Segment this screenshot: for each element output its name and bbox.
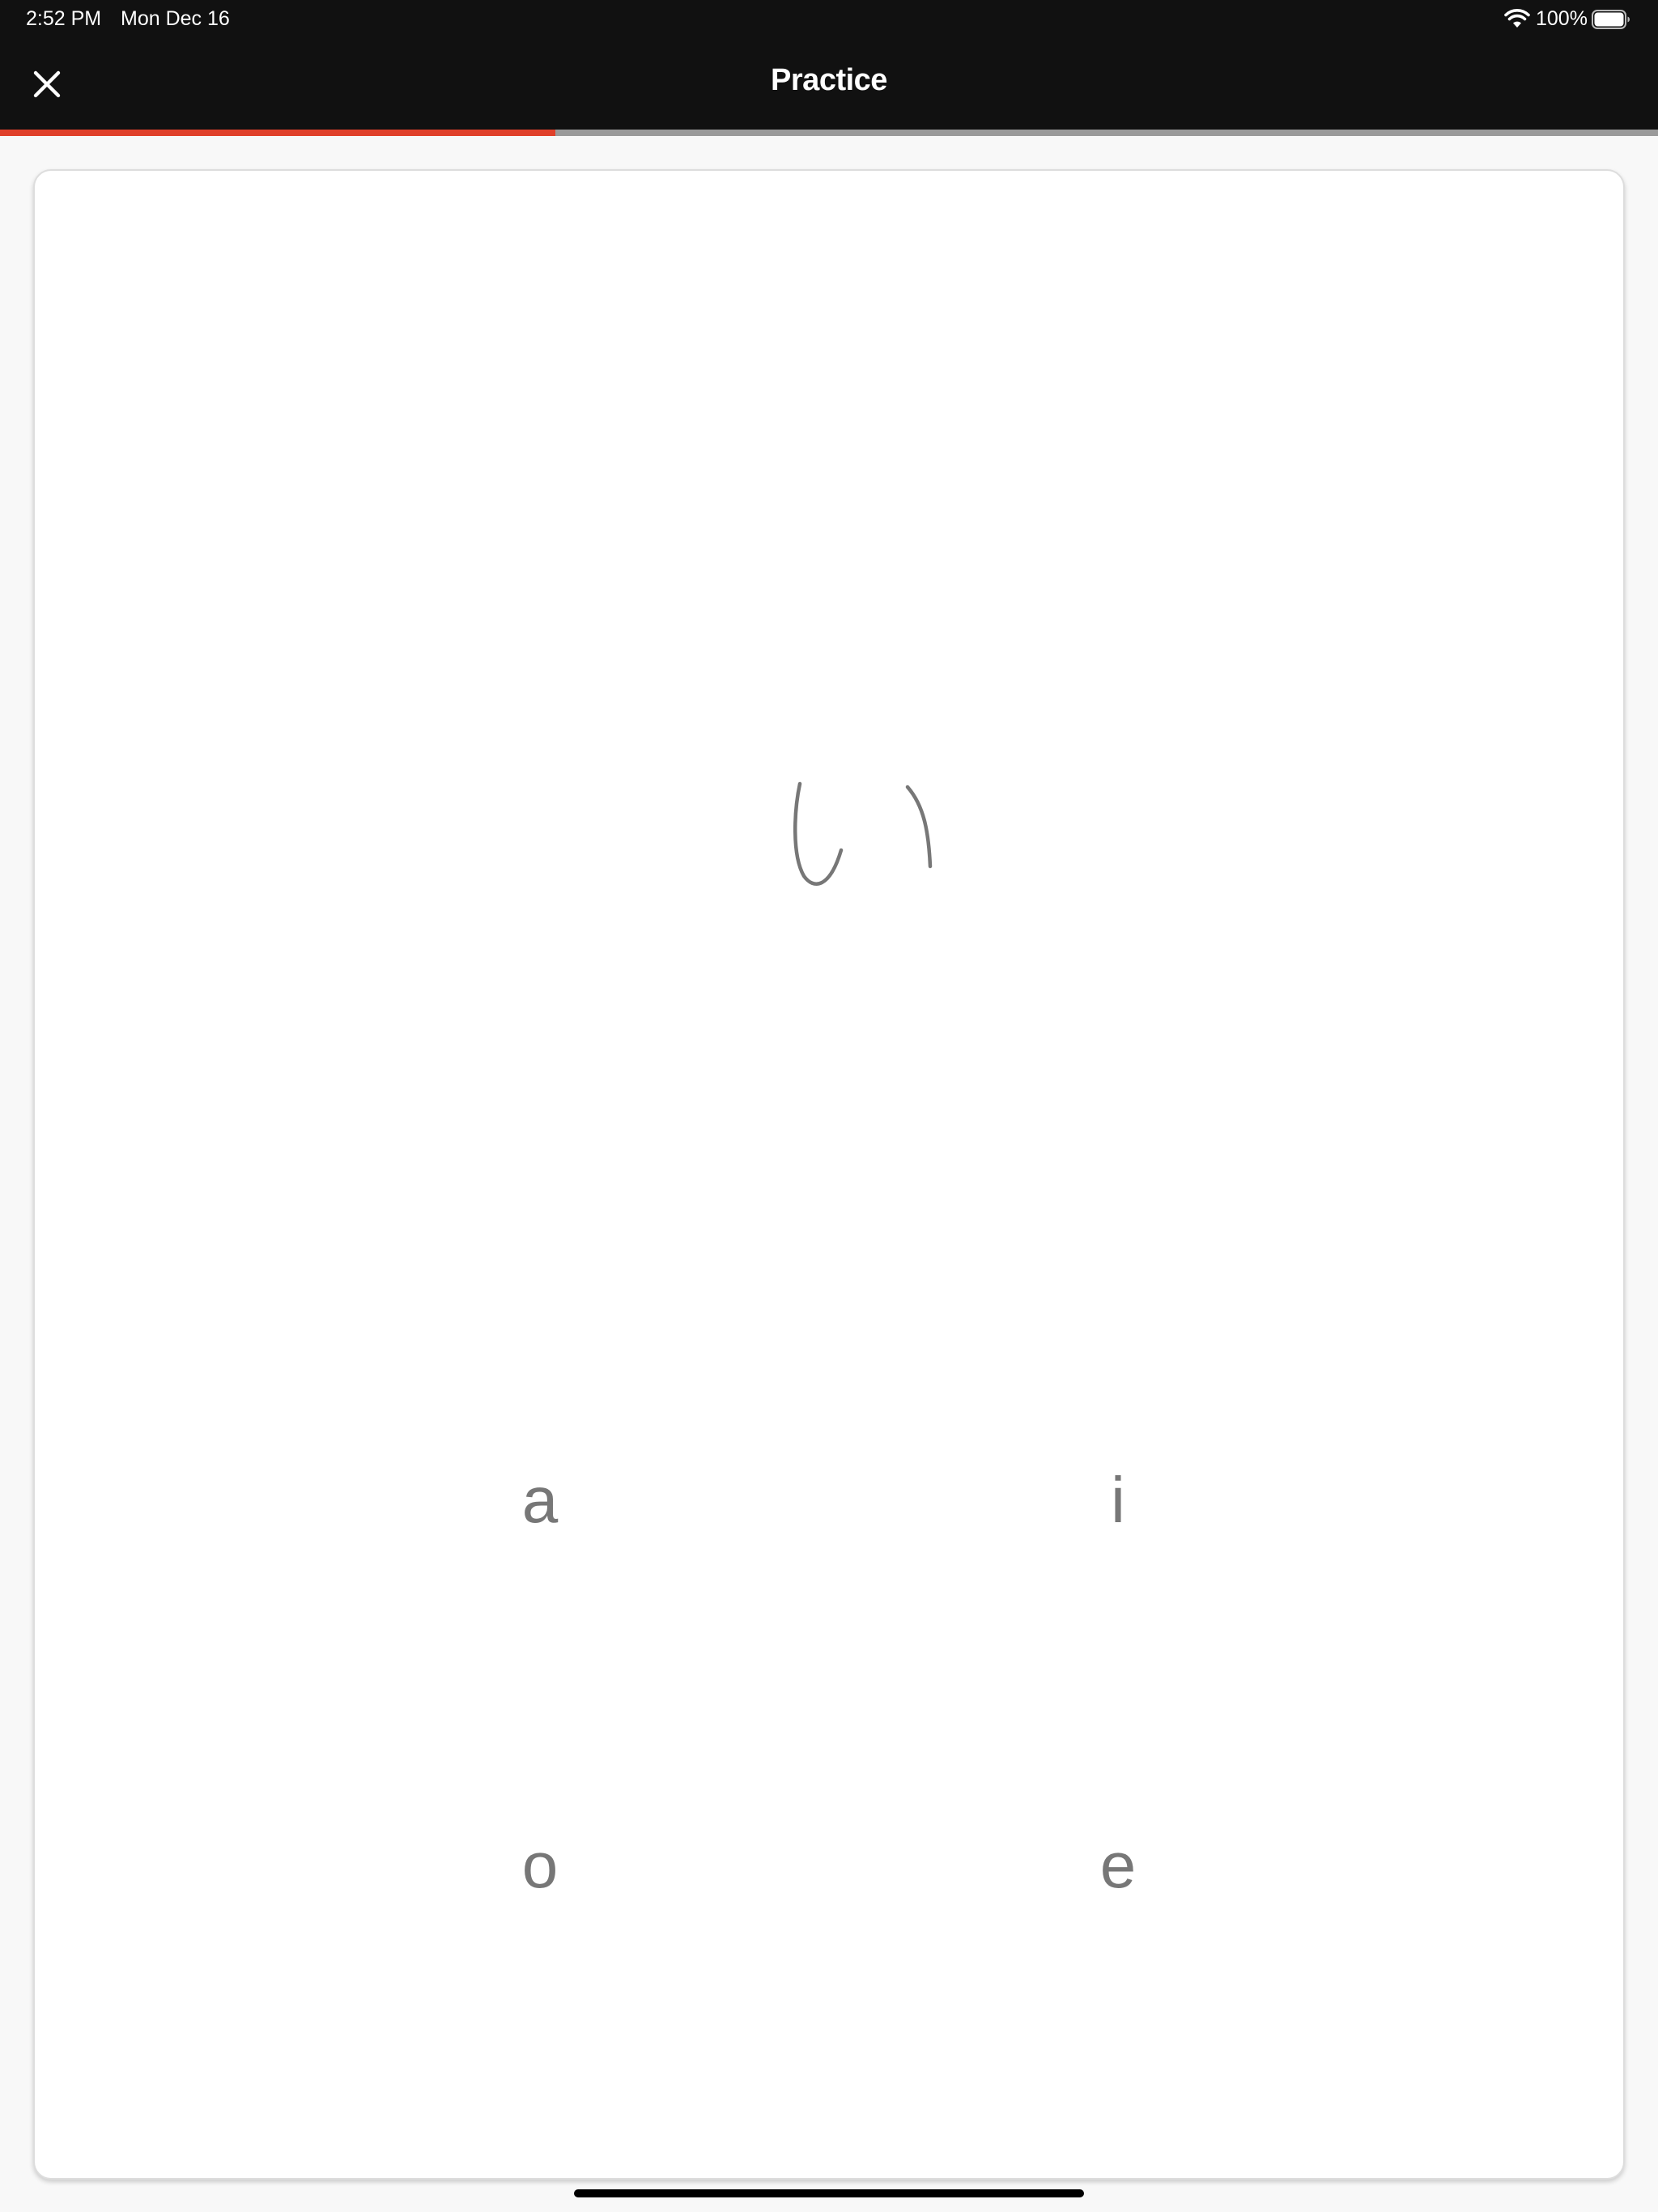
nav-bar: Practice bbox=[0, 39, 1658, 130]
wifi-icon bbox=[1504, 9, 1530, 28]
practice-card: a i o e bbox=[33, 169, 1625, 2180]
battery-percent: 100% bbox=[1536, 7, 1588, 30]
battery-icon bbox=[1592, 10, 1630, 29]
status-date: Mon Dec 16 bbox=[121, 7, 230, 30]
answer-option-o[interactable]: o bbox=[419, 1801, 661, 1930]
prompt-character bbox=[793, 781, 933, 886]
home-indicator[interactable] bbox=[574, 2189, 1084, 2197]
progress-fill bbox=[0, 130, 556, 136]
page-title: Practice bbox=[771, 63, 887, 97]
answer-option-e[interactable]: e bbox=[997, 1801, 1239, 1930]
progress-bar bbox=[0, 130, 1658, 136]
answer-option-i[interactable]: i bbox=[997, 1436, 1239, 1565]
status-time: 2:52 PM bbox=[26, 7, 102, 30]
answer-option-a[interactable]: a bbox=[419, 1436, 661, 1565]
status-bar: 2:52 PM Mon Dec 16 100% bbox=[0, 0, 1658, 39]
